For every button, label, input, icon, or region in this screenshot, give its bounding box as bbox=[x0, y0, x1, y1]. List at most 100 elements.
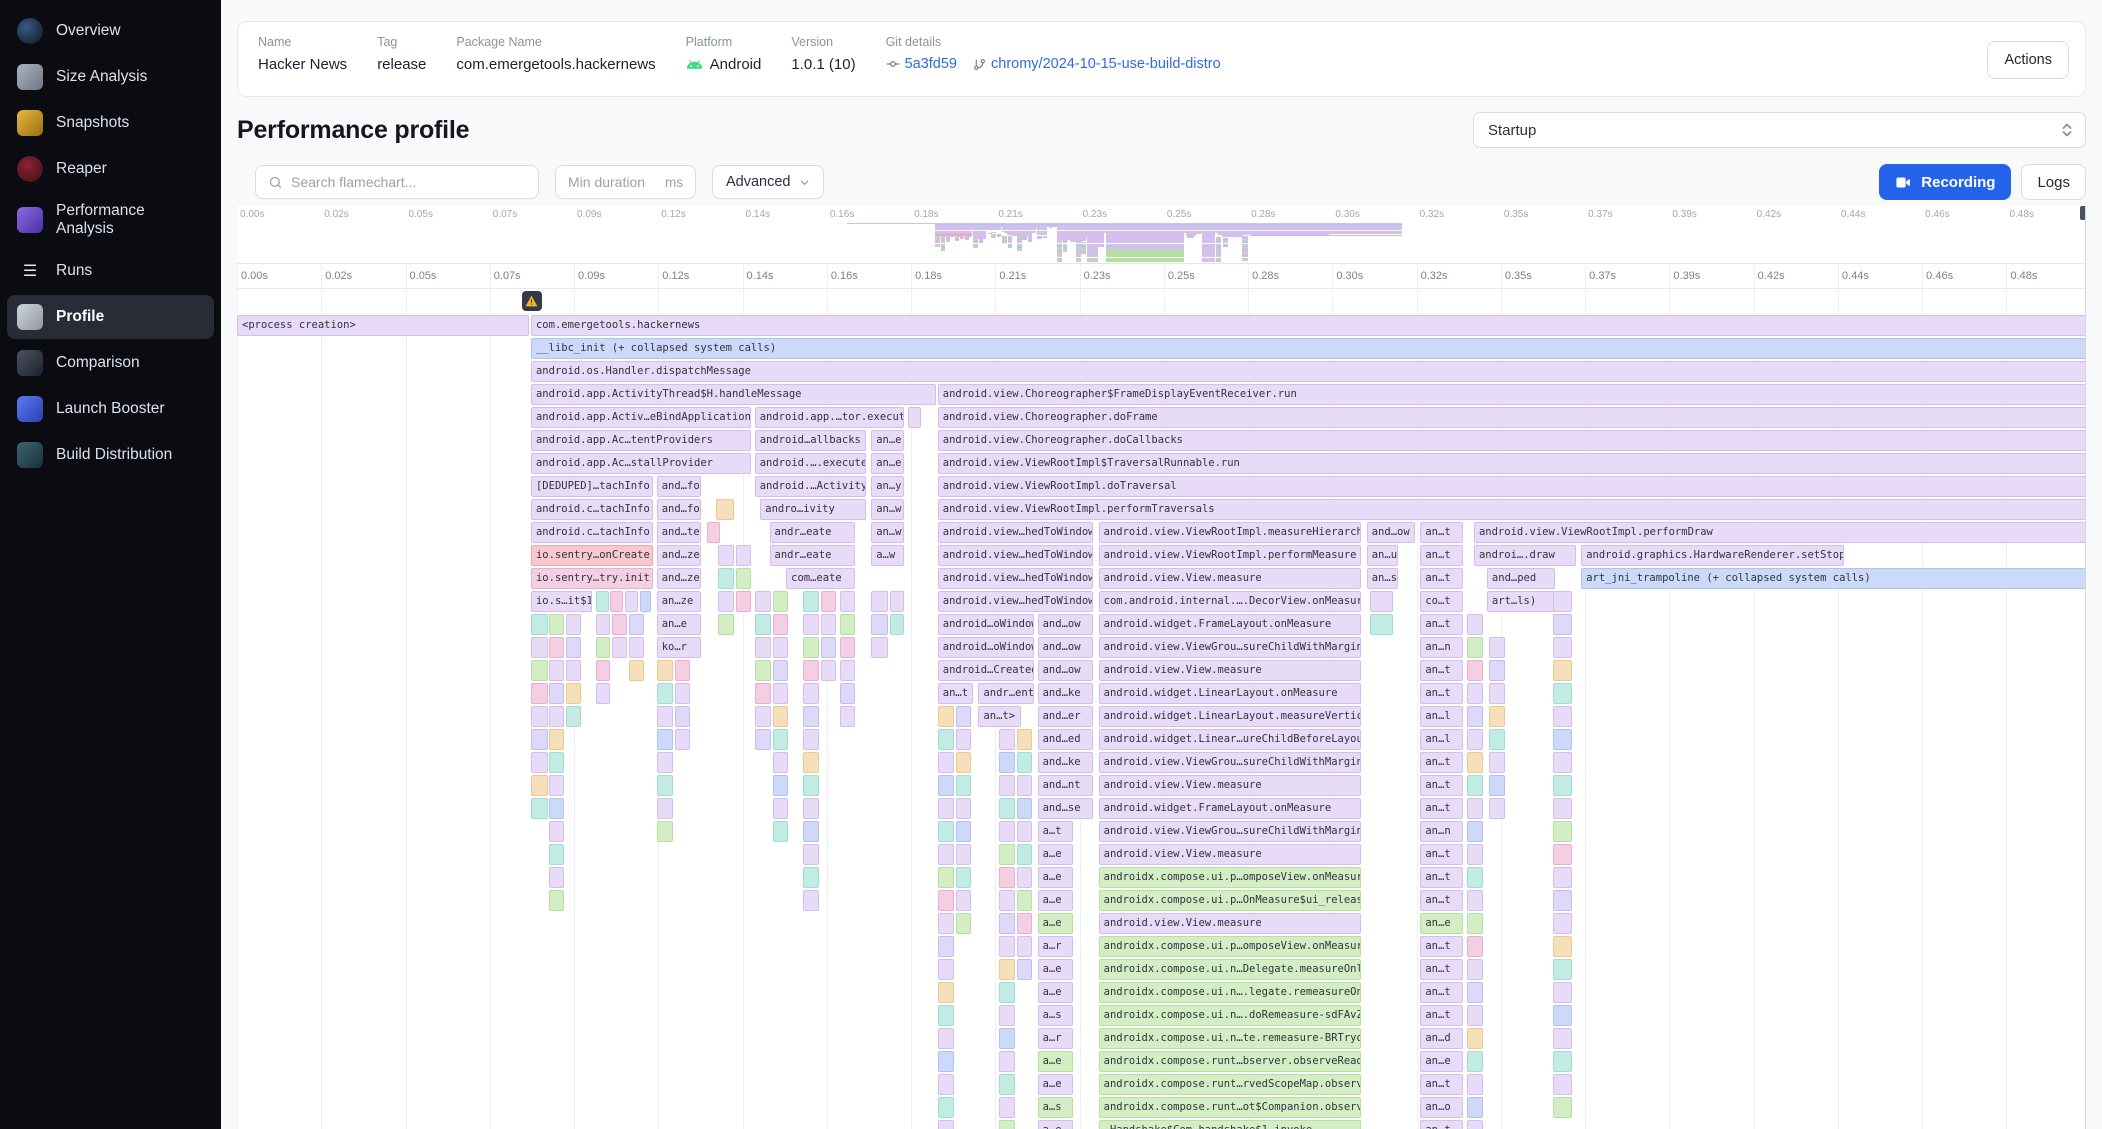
flame-frame[interactable] bbox=[1467, 1051, 1484, 1072]
flame-frame[interactable] bbox=[549, 775, 564, 796]
flame-frame[interactable] bbox=[657, 683, 674, 704]
flame-frame[interactable] bbox=[956, 867, 971, 888]
flame-frame[interactable] bbox=[549, 729, 564, 750]
flame-frame[interactable] bbox=[1467, 913, 1484, 934]
flame-frame[interactable] bbox=[938, 913, 955, 934]
flame-frame[interactable]: a…s bbox=[1038, 1005, 1073, 1026]
flame-frame[interactable] bbox=[1017, 890, 1032, 911]
flame-frame[interactable]: androidx.compose.ui.n…te.remeasure-BRTry… bbox=[1099, 1028, 1362, 1049]
sidebar-item-snapshots[interactable]: Snapshots bbox=[7, 101, 214, 145]
flame-frame[interactable]: and…ze bbox=[657, 568, 701, 589]
flame-frame[interactable]: an…d bbox=[1420, 1028, 1463, 1049]
flame-frame[interactable]: android.view.ViewRootImpl.measureHierarc… bbox=[1099, 522, 1362, 543]
flame-frame[interactable] bbox=[1553, 798, 1571, 819]
flame-frame[interactable] bbox=[755, 660, 772, 681]
flame-frame[interactable] bbox=[1489, 660, 1506, 681]
flame-frame[interactable] bbox=[1489, 683, 1506, 704]
flame-frame[interactable]: android.view.View.measure bbox=[1099, 913, 1362, 934]
flame-frame[interactable]: androidx.compose.runt…rvedScopeMap.obser… bbox=[1099, 1074, 1362, 1095]
flame-frame[interactable] bbox=[1017, 729, 1032, 750]
flame-frame[interactable] bbox=[718, 568, 735, 589]
flame-frame[interactable] bbox=[821, 637, 836, 658]
flame-frame[interactable] bbox=[549, 637, 564, 658]
flame-frame[interactable]: an…t bbox=[1420, 683, 1463, 704]
flame-frame[interactable]: android.app.…tor.execute bbox=[755, 407, 905, 428]
flame-frame[interactable] bbox=[736, 568, 751, 589]
flame-frame[interactable]: a…e bbox=[1038, 890, 1073, 911]
flame-frame[interactable]: android.widget.Linear…ureChildBeforeLayo… bbox=[1099, 729, 1362, 750]
flame-frame[interactable] bbox=[938, 844, 955, 865]
flame-frame[interactable] bbox=[657, 821, 674, 842]
flame-frame[interactable] bbox=[1467, 982, 1484, 1003]
flame-frame[interactable] bbox=[612, 637, 627, 658]
flame-frame[interactable] bbox=[999, 1074, 1016, 1095]
flame-frame[interactable] bbox=[956, 775, 971, 796]
flame-frame[interactable] bbox=[999, 752, 1016, 773]
flame-frame[interactable]: an…w bbox=[871, 499, 904, 520]
flame-frame[interactable]: io.sentry…try.init bbox=[531, 568, 653, 589]
flame-frame[interactable]: an…t bbox=[1420, 775, 1463, 796]
flame-frame[interactable]: an…t bbox=[1420, 1005, 1463, 1026]
flame-frame[interactable] bbox=[1553, 591, 1571, 612]
flame-frame[interactable] bbox=[1467, 798, 1484, 819]
flame-frame[interactable]: a…s bbox=[1038, 1097, 1073, 1118]
flame-frame[interactable]: android.view.Choreographer.doFrame bbox=[938, 407, 2086, 428]
flame-frame[interactable]: an…s) bbox=[1367, 568, 1398, 589]
flame-frame[interactable] bbox=[840, 706, 855, 727]
flame-frame[interactable] bbox=[871, 591, 888, 612]
flame-frame[interactable] bbox=[1467, 1120, 1484, 1129]
flame-frame[interactable] bbox=[549, 752, 564, 773]
flame-frame[interactable]: and…ed bbox=[1038, 729, 1093, 750]
flame-frame[interactable] bbox=[999, 982, 1016, 1003]
flame-frame[interactable]: an…y bbox=[871, 476, 904, 497]
flame-frame[interactable] bbox=[821, 614, 836, 635]
flame-frame[interactable]: androidx.compose.ui.n….legate.remeasureO… bbox=[1099, 982, 1362, 1003]
flame-frame[interactable]: android.view.Choreographer.doCallbacks bbox=[938, 430, 2086, 451]
flame-frame[interactable]: an…t bbox=[1420, 936, 1463, 957]
flame-frame[interactable]: a…e bbox=[1038, 1051, 1073, 1072]
flame-frame[interactable] bbox=[716, 499, 734, 520]
flame-frame[interactable] bbox=[531, 660, 548, 681]
flame-frame[interactable]: art_jni_trampoline (+ collapsed system c… bbox=[1581, 568, 2086, 589]
flame-frame[interactable] bbox=[999, 775, 1016, 796]
flame-frame[interactable] bbox=[999, 844, 1016, 865]
flame-frame[interactable]: android.view.ViewGrou…sureChildWithMargi… bbox=[1099, 752, 1362, 773]
flame-frame[interactable]: a…r bbox=[1038, 936, 1073, 957]
flame-frame[interactable] bbox=[840, 660, 855, 681]
flame-frame[interactable] bbox=[549, 867, 564, 888]
flame-frame[interactable]: a…e bbox=[1038, 982, 1073, 1003]
flame-frame[interactable] bbox=[625, 591, 638, 612]
flame-frame[interactable] bbox=[999, 1028, 1016, 1049]
flame-frame[interactable] bbox=[1467, 752, 1484, 773]
flame-frame[interactable] bbox=[1553, 1005, 1571, 1026]
min-duration-input[interactable] bbox=[568, 174, 658, 190]
flame-frame[interactable]: an…e bbox=[1420, 913, 1463, 934]
flame-frame[interactable]: …Handshake$Com…handshake$1.invoke bbox=[1099, 1120, 1362, 1129]
flame-frame[interactable]: an…t bbox=[1420, 867, 1463, 888]
flame-frame[interactable] bbox=[999, 936, 1016, 957]
flame-frame[interactable] bbox=[1467, 614, 1484, 635]
flame-frame[interactable] bbox=[1553, 1074, 1571, 1095]
flame-frame[interactable]: an…n bbox=[1420, 637, 1463, 658]
flame-frame[interactable] bbox=[1553, 959, 1571, 980]
flame-frame[interactable]: an…ut bbox=[1367, 545, 1398, 566]
flame-frame[interactable]: co…t bbox=[1420, 591, 1463, 612]
flame-frame[interactable]: io.sentry…onCreate bbox=[531, 545, 653, 566]
flame-frame[interactable] bbox=[755, 614, 772, 635]
flame-frame[interactable]: a…e bbox=[1038, 844, 1073, 865]
flame-frame[interactable] bbox=[999, 1051, 1016, 1072]
flame-frame[interactable] bbox=[1467, 660, 1484, 681]
flame-frame[interactable]: android…oWindow bbox=[938, 614, 1034, 635]
flame-frame[interactable] bbox=[938, 1120, 955, 1129]
flame-frame[interactable]: an…t bbox=[1420, 752, 1463, 773]
flame-frame[interactable] bbox=[1017, 913, 1032, 934]
flame-frame[interactable]: an…t bbox=[938, 683, 973, 704]
flame-frame[interactable] bbox=[956, 752, 971, 773]
flame-frame[interactable] bbox=[1553, 1097, 1571, 1118]
flame-frame[interactable] bbox=[956, 844, 971, 865]
flame-frame[interactable]: an…ze bbox=[657, 591, 701, 612]
flame-frame[interactable]: an…w bbox=[871, 522, 904, 543]
flame-frame[interactable] bbox=[1467, 729, 1484, 750]
flame-frame[interactable] bbox=[1017, 798, 1032, 819]
flame-frame[interactable]: android.view.ViewRootImpl$TraversalRunna… bbox=[938, 453, 2086, 474]
